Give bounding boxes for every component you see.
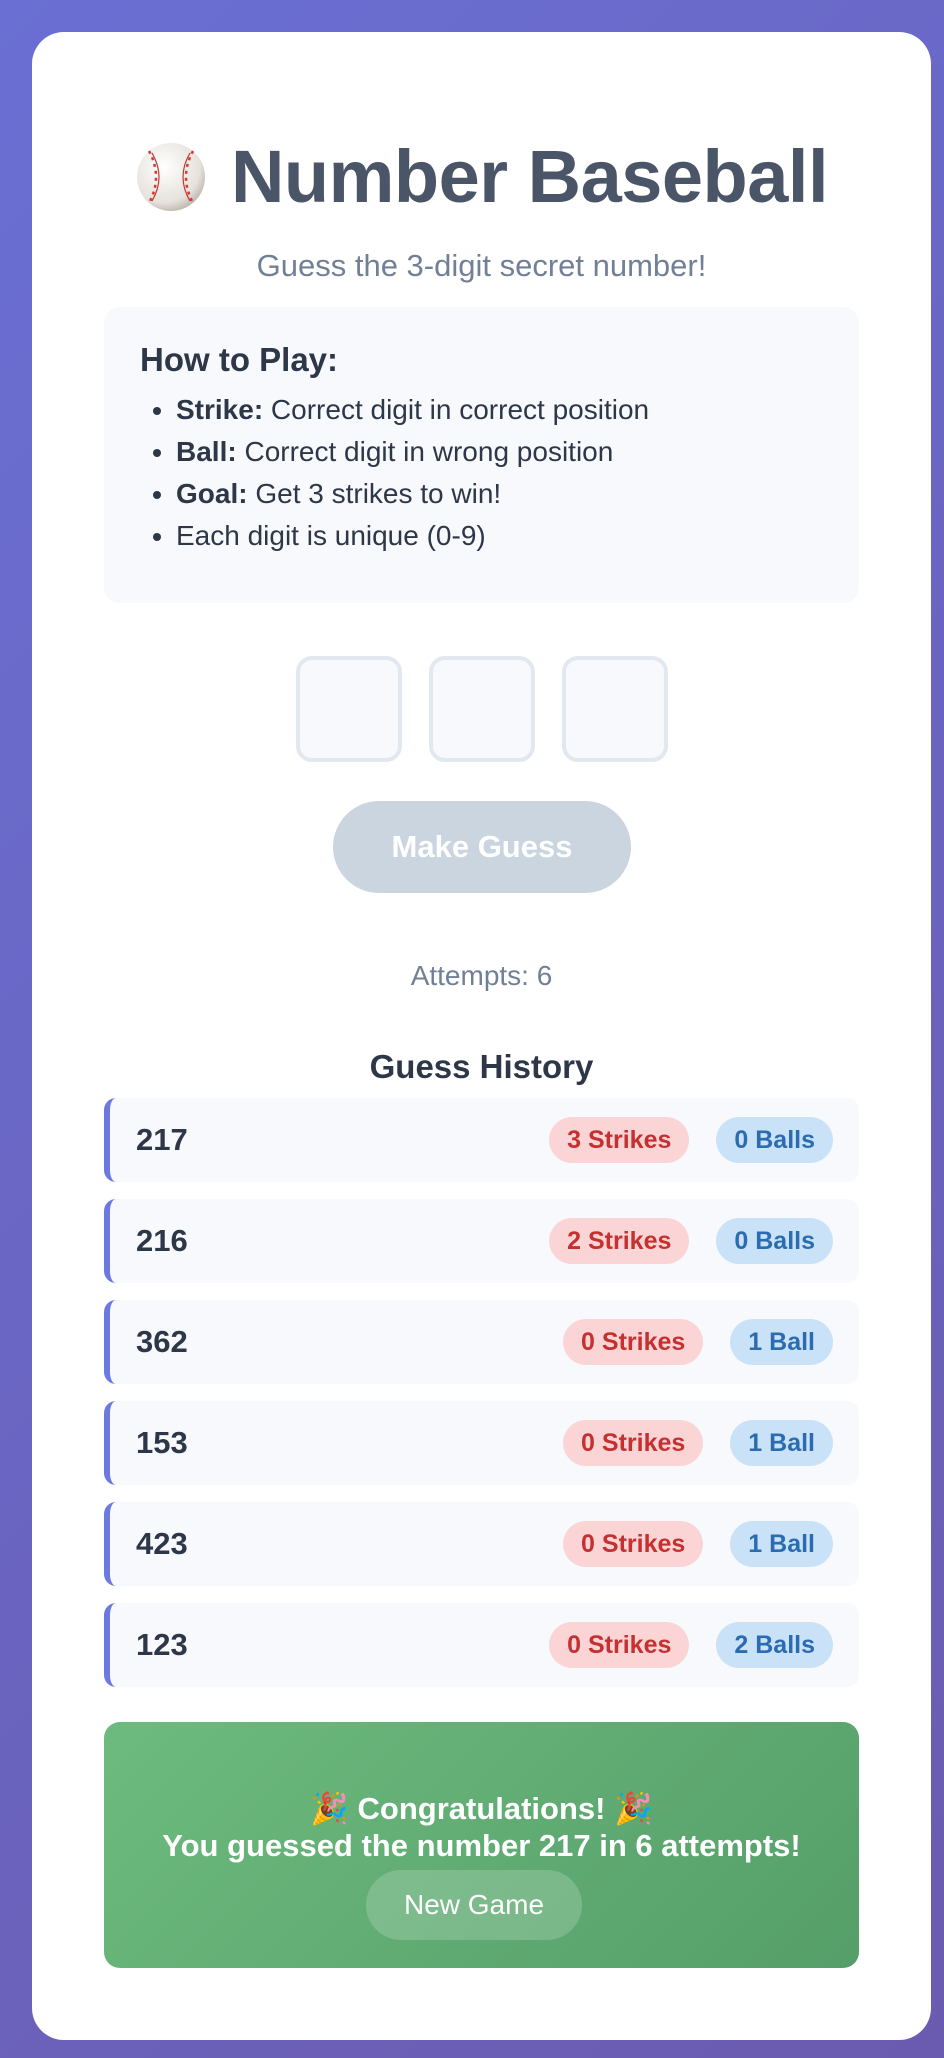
rule-item: Goal: Get 3 strikes to win! (176, 473, 823, 515)
make-guess-button[interactable]: Make Guess (333, 801, 631, 893)
title-row: Number Baseball (32, 140, 931, 214)
rule-text: Correct digit in correct position (263, 394, 650, 425)
attempts-counter: Attempts: 6 (410, 960, 553, 991)
balls-badge: 1 Ball (730, 1420, 833, 1466)
baseball-icon (136, 143, 205, 211)
rule-text: Get 3 strikes to win! (247, 478, 502, 509)
rules-list: Strike: Correct digit in correct positio… (140, 389, 823, 557)
rule-item: Each digit is unique (0-9) (176, 515, 823, 557)
page-subtitle: Guess the 3-digit secret number! (256, 248, 707, 283)
win-banner: 🎉 Congratulations! 🎉 You guessed the num… (104, 1722, 859, 1968)
rule-text: Each digit is unique (0-9) (176, 520, 486, 551)
digit-input-1[interactable] (295, 656, 402, 762)
guess-number: 217 (136, 1122, 188, 1157)
history-title: Guess History (369, 1048, 594, 1085)
guess-number: 423 (136, 1526, 188, 1561)
strikes-badge: 0 Strikes (563, 1420, 704, 1466)
history-row: 217 3 Strikes 0 Balls (104, 1098, 859, 1182)
history-row: 153 0 Strikes 1 Ball (104, 1401, 859, 1485)
digit-input-2[interactable] (428, 656, 535, 762)
strikes-badge: 0 Strikes (563, 1319, 704, 1365)
guess-number: 153 (136, 1425, 188, 1460)
history-row: 362 0 Strikes 1 Ball (104, 1300, 859, 1384)
rule-label: Strike: (176, 394, 264, 425)
digit-input-row (32, 656, 931, 762)
balls-badge: 2 Balls (716, 1622, 833, 1668)
guess-number: 123 (136, 1627, 188, 1662)
rule-item: Ball: Correct digit in wrong position (176, 431, 823, 473)
guess-number: 216 (136, 1223, 188, 1258)
win-heading: 🎉 Congratulations! 🎉 (310, 1791, 653, 1826)
history-row: 123 0 Strikes 2 Balls (104, 1603, 859, 1687)
strikes-badge: 3 Strikes (549, 1117, 690, 1163)
strikes-badge: 2 Strikes (549, 1218, 690, 1264)
strikes-badge: 0 Strikes (549, 1622, 690, 1668)
digit-input-3[interactable] (561, 656, 668, 762)
new-game-button[interactable]: New Game (366, 1870, 582, 1940)
page-title: Number Baseball (230, 135, 829, 218)
guess-history-list: 217 3 Strikes 0 Balls 216 2 Strikes 0 Ba… (104, 1098, 859, 1704)
game-card: Number Baseball Guess the 3-digit secret… (32, 32, 931, 2040)
strikes-badge: 0 Strikes (563, 1521, 704, 1567)
balls-badge: 1 Ball (730, 1319, 833, 1365)
win-message: You guessed the number 217 in 6 attempts… (162, 1828, 801, 1863)
guess-number: 362 (136, 1324, 188, 1359)
how-to-play-panel: How to Play: Strike: Correct digit in co… (104, 307, 859, 603)
history-row: 423 0 Strikes 1 Ball (104, 1502, 859, 1586)
rule-text: Correct digit in wrong position (236, 436, 614, 467)
rule-item: Strike: Correct digit in correct positio… (176, 389, 823, 431)
balls-badge: 0 Balls (716, 1218, 833, 1264)
balls-badge: 1 Ball (730, 1521, 833, 1567)
how-to-play-heading: How to Play: (140, 341, 339, 378)
rule-label: Ball: (176, 436, 237, 467)
history-row: 216 2 Strikes 0 Balls (104, 1199, 859, 1283)
balls-badge: 0 Balls (716, 1117, 833, 1163)
rule-label: Goal: (176, 478, 248, 509)
